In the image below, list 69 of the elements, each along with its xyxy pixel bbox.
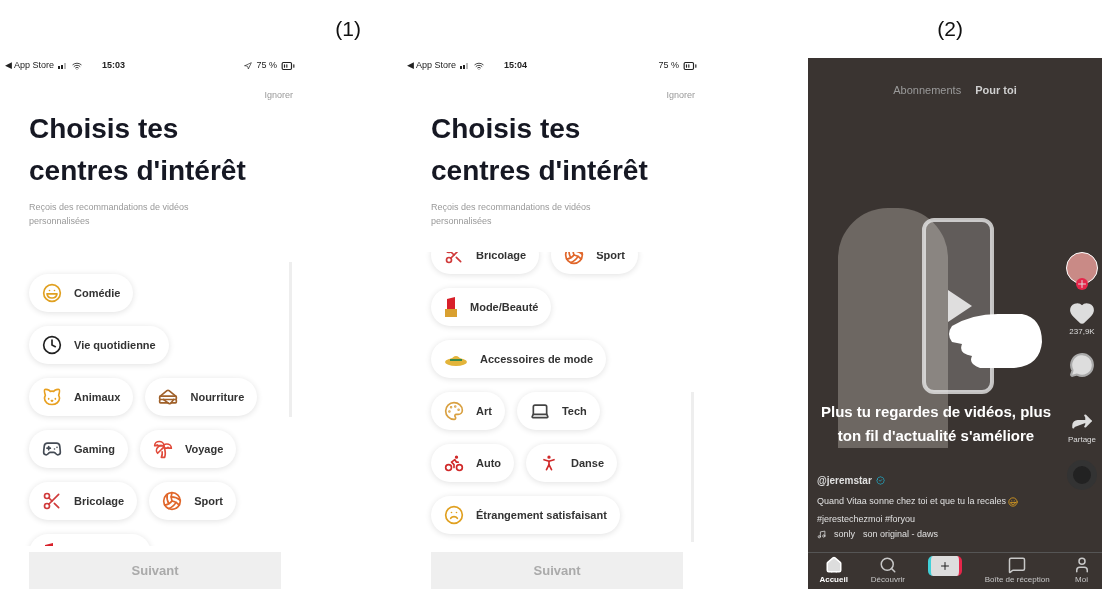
status-time: 15:04 [504,59,528,73]
palette-icon [444,401,464,422]
signal-icon [460,62,471,70]
battery-label: 75 % [256,59,277,73]
create-button[interactable] [927,556,962,576]
inbox-icon [1008,556,1027,574]
carrier-label: ◀ App Store [5,59,55,73]
plus-icon [938,560,951,572]
interest-chip[interactable]: Vie quotidienne [29,326,169,365]
beach-umbrella-icon [152,439,173,460]
feed-tab[interactable]: Abonnements [893,82,962,99]
figure-label: (2) [937,17,963,41]
page-title: centres d'intérêt [431,154,648,189]
interest-chip[interactable]: Animaux [29,378,134,417]
interest-chip[interactable]: Accessoires de mode [431,340,607,379]
comment-icon[interactable] [1069,352,1095,378]
interest-chip[interactable]: Auto [431,444,515,483]
interest-chip[interactable]: Voyage [139,430,237,469]
interest-chip[interactable]: Art [431,392,505,431]
page-title: centres d'intérêt [29,154,246,189]
nav-tab[interactable]: Découvrir [870,556,905,586]
cat-icon [42,387,62,408]
interest-chip[interactable]: Comédie [29,274,134,313]
music-author: sonly [834,528,855,541]
figure-label: (1) [335,17,361,41]
battery-label: 75 % [658,59,679,73]
interest-chip[interactable]: Nourriture [145,378,258,417]
search-icon [878,556,897,574]
lipstick-icon [444,297,458,318]
carrier-label: ◀ App Store [407,59,457,73]
nav-tab[interactable]: Accueil [819,556,848,586]
wifi-icon [474,60,485,71]
username[interactable]: @jeremstar [817,473,872,488]
heart-icon[interactable] [1069,300,1095,326]
like-count: 237,9K [1069,326,1095,338]
page-subtitle: Reçois des recommandations de vidéos personnalisées [29,201,190,229]
hashtags: #jerestechezmoi #foryou [817,514,916,524]
page-title: Choisis tes [431,112,581,147]
nav-tab[interactable]: Boîte de réception [984,556,1050,586]
signal-icon [58,62,69,70]
feed-tab[interactable]: Pour toi [975,82,1017,99]
page-subtitle: Reçois des recommandations de vidéos personnalisées [431,201,592,229]
ball-icon [162,491,183,512]
interest-chip[interactable]: Tech [516,392,600,431]
shocked-face-icon [444,505,464,526]
interest-chip[interactable]: Danse [526,444,618,483]
interest-chip[interactable]: Mode/Beauté [431,288,552,327]
interest-chip[interactable]: Sport [551,252,638,275]
interest-chip[interactable]: Bricolage [29,482,138,521]
music-note-icon [817,530,826,540]
clock-icon [42,335,62,356]
share-label: Partage [1068,434,1096,446]
status-time: 15:03 [102,59,126,73]
verified-icon [875,476,885,485]
wifi-icon [72,60,83,71]
page-title: Choisis tes [29,112,179,147]
laugh-face-icon [1008,496,1019,507]
interest-chip[interactable]: Gaming [29,430,128,469]
interest-chip[interactable]: Sport [149,482,236,521]
scissors-icon [42,491,62,512]
video-caption: Quand Vitaa sonne chez toi et que tu la recales [817,496,1006,506]
avatar[interactable] [1066,252,1098,284]
laugh-face-icon [42,283,62,304]
interest-chip[interactable]: Étrangement satisfaisant [431,496,620,535]
music-title: son original - daws [863,528,939,541]
hint-message: Plus tu regardes de vidéos, plus ton fil d'actualité s'améliore [819,402,1053,446]
home-icon [824,556,843,574]
nav-tab[interactable]: Moi [1072,556,1091,586]
motorbike-icon [444,453,464,474]
